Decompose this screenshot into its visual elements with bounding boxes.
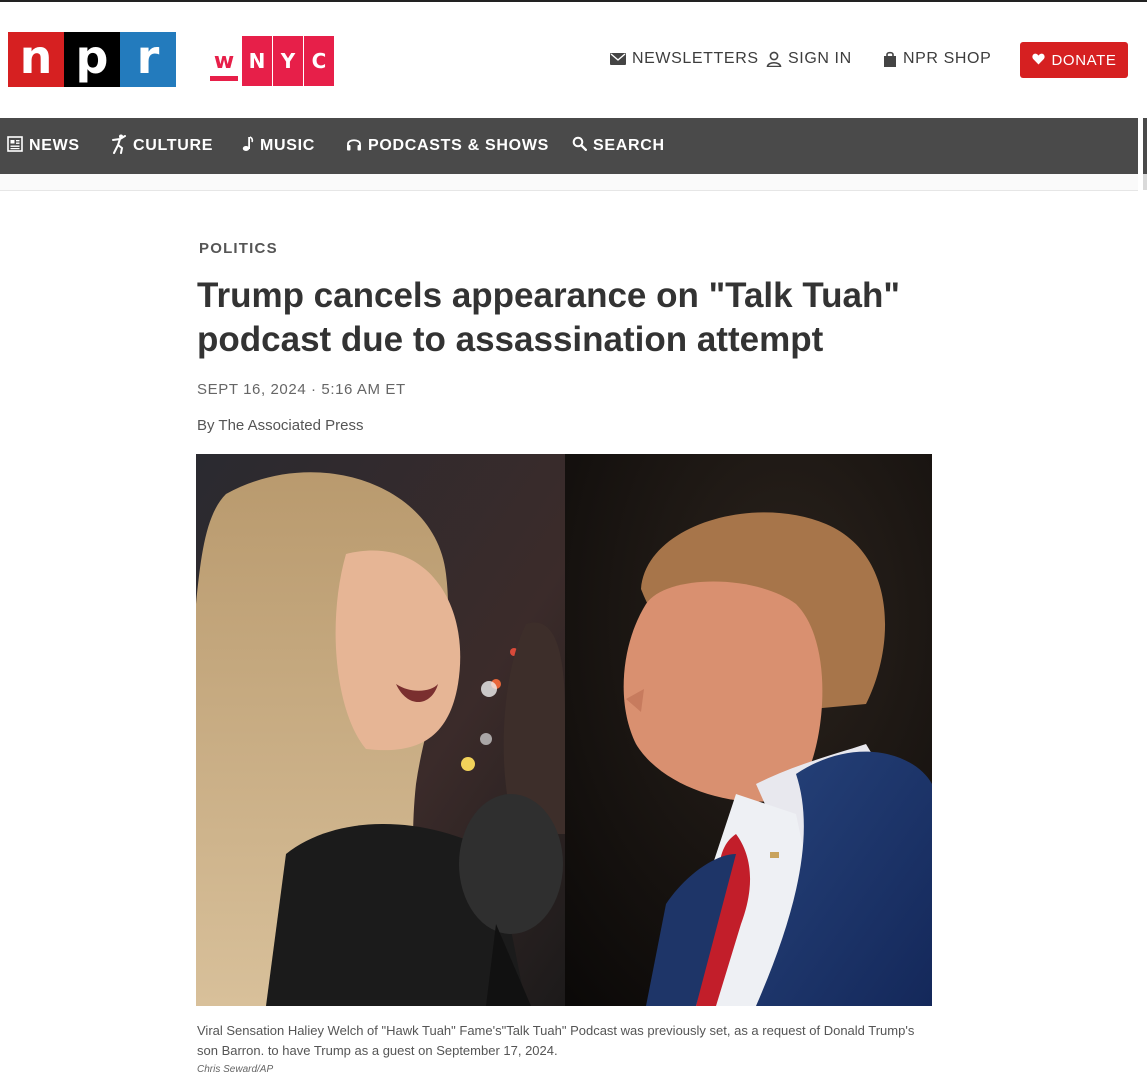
wnyc-logo-underline — [210, 76, 238, 81]
donate-button[interactable]: DONATE — [1020, 42, 1128, 78]
nav-label-music: MUSIC — [260, 137, 316, 154]
newspaper-icon — [7, 135, 23, 157]
donate-label: DONATE — [1051, 51, 1117, 69]
npr-logo-p: p — [64, 32, 120, 87]
article-headline: Trump cancels appearance on "Talk Tuah" … — [197, 276, 900, 359]
nav-label-podcasts-shows: PODCASTS & SHOWS — [368, 137, 549, 154]
site-header: n p r w N Y C NEWSLETTERS SIGN IN NPR SH… — [0, 2, 1147, 118]
nav-subband — [0, 174, 1138, 190]
npr-shop-link[interactable]: NPR SHOP — [883, 50, 991, 68]
npr-logo-r: r — [120, 32, 176, 87]
photo-caption: Viral Sensation Haliey Welch of "Hawk Tu… — [197, 1023, 915, 1058]
nav-item-music[interactable]: MUSIC — [242, 118, 315, 174]
wnyc-logo[interactable]: w N Y C — [208, 36, 335, 86]
shopping-bag-icon — [883, 51, 897, 67]
article-dateline: SEPT 16, 2024 · 5:16 AM ET — [197, 381, 406, 398]
sign-in-link[interactable]: SIGN IN — [766, 50, 852, 68]
npr-logo-n: n — [8, 32, 64, 87]
newsletters-link[interactable]: NEWSLETTERS — [610, 50, 759, 68]
npr-logo[interactable]: n p r — [8, 32, 176, 87]
heart-icon — [1031, 52, 1045, 69]
user-icon — [766, 51, 782, 67]
dancer-icon — [111, 134, 127, 159]
nav-label-culture: CULTURE — [133, 137, 214, 154]
wnyc-logo-c: C — [304, 36, 334, 86]
main-nav: NEWS CULTURE MUSIC PODCASTS & SHOWS SEAR… — [0, 118, 1138, 174]
sign-in-label: SIGN IN — [788, 50, 852, 67]
music-note-icon — [242, 135, 254, 157]
nav-item-search[interactable]: SEARCH — [572, 118, 665, 174]
headphones-icon — [346, 136, 362, 156]
photo-illustration — [196, 454, 932, 1006]
nav-label-search: SEARCH — [593, 137, 665, 154]
envelope-icon — [610, 53, 626, 65]
photo-credit: Chris Seward/AP — [197, 1064, 274, 1075]
section-slug[interactable]: POLITICS — [199, 240, 278, 257]
nav-item-podcasts-shows[interactable]: PODCASTS & SHOWS — [346, 118, 549, 174]
nav-item-culture[interactable]: CULTURE — [111, 118, 213, 174]
newsletters-label: NEWSLETTERS — [632, 50, 759, 67]
search-icon — [572, 136, 587, 156]
nav-divider — [0, 190, 1138, 191]
article-photo[interactable] — [196, 454, 932, 1006]
wnyc-logo-y: Y — [273, 36, 303, 86]
article-byline: By The Associated Press — [197, 417, 364, 434]
nav-label-news: NEWS — [29, 137, 80, 154]
wnyc-logo-n: N — [242, 36, 272, 86]
page-scrollbar[interactable] — [1143, 174, 1147, 190]
npr-shop-label: NPR SHOP — [903, 50, 992, 67]
nav-scroll-edge — [1141, 118, 1147, 174]
nav-item-news[interactable]: NEWS — [7, 118, 80, 174]
